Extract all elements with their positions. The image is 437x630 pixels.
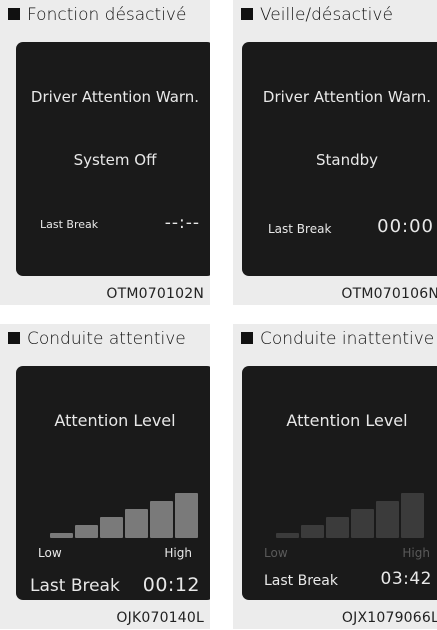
last-break-label: Last Break	[30, 576, 120, 596]
high-label: High	[402, 546, 430, 560]
cluster-screen: Driver Attention Warn. System Off Last B…	[16, 42, 210, 276]
square-bullet-icon	[8, 8, 20, 20]
caption-text: Conduite inattentive	[260, 329, 435, 349]
last-break-value: --:--	[164, 213, 200, 233]
square-bullet-icon	[241, 8, 253, 20]
panel-standby: Veille/désactivé Driver Attention Warn. …	[233, 0, 437, 305]
panel-caption: Fonction désactivé	[8, 5, 186, 25]
attention-level-bar	[150, 501, 173, 538]
system-state: Standby	[315, 151, 379, 169]
attention-level-bar	[326, 517, 349, 538]
panel-caption: Veille/désactivé	[241, 5, 393, 25]
last-break-value: 03:42	[380, 569, 432, 589]
figure-code: OTM070106N	[341, 286, 437, 302]
attention-level-bars	[242, 366, 437, 600]
cluster-screen: Driver Attention Warn. Standby Last Brea…	[242, 42, 437, 276]
attention-level-bar	[401, 493, 424, 538]
attention-level-bar	[301, 525, 324, 538]
attention-level-bar	[100, 517, 123, 538]
last-break-label: Last Break	[40, 218, 99, 231]
square-bullet-icon	[241, 332, 253, 344]
last-break-label: Last Break	[264, 573, 338, 589]
attention-level-bar	[175, 493, 198, 538]
panel-caption: Conduite inattentive	[241, 329, 434, 349]
attention-level-bar	[376, 501, 399, 538]
system-state: System Off	[73, 151, 157, 169]
square-bullet-icon	[8, 332, 20, 344]
cluster-screen: Attention Level Low High Last Break 00:1…	[16, 366, 210, 600]
attention-level-bar	[276, 533, 299, 538]
last-break-value: 00:12	[142, 574, 200, 596]
attention-level-bars	[16, 366, 210, 600]
attention-level-bar	[75, 525, 98, 538]
cluster-screen: Attention Level Low High Last Break 03:4…	[242, 366, 437, 600]
panel-function-off: Fonction désactivé Driver Attention Warn…	[0, 0, 210, 305]
figure-code: OTM070102N	[106, 286, 204, 302]
screen-title: Driver Attention Warn.	[30, 88, 200, 106]
attention-level-bar	[351, 509, 374, 538]
high-label: High	[164, 546, 192, 560]
attention-level-bar	[125, 509, 148, 538]
caption-text: Veille/désactivé	[260, 5, 393, 25]
panel-attentive-driving: Conduite attentive Attention Level Low H…	[0, 324, 210, 629]
caption-text: Conduite attentive	[27, 329, 186, 349]
low-label: Low	[264, 546, 288, 560]
screen-title: Driver Attention Warn.	[262, 88, 432, 106]
last-break-label: Last Break	[268, 222, 332, 236]
last-break-value: 00:00	[377, 216, 434, 237]
figure-code: OJX1079066L	[341, 610, 437, 626]
caption-text: Fonction désactivé	[27, 5, 187, 25]
figure-code: OJK070140L	[116, 610, 204, 626]
attention-level-bar	[50, 533, 73, 538]
panel-caption: Conduite attentive	[8, 329, 186, 349]
low-label: Low	[38, 546, 62, 560]
panel-inattentive-driving: Conduite inattentive Attention Level Low…	[233, 324, 437, 629]
